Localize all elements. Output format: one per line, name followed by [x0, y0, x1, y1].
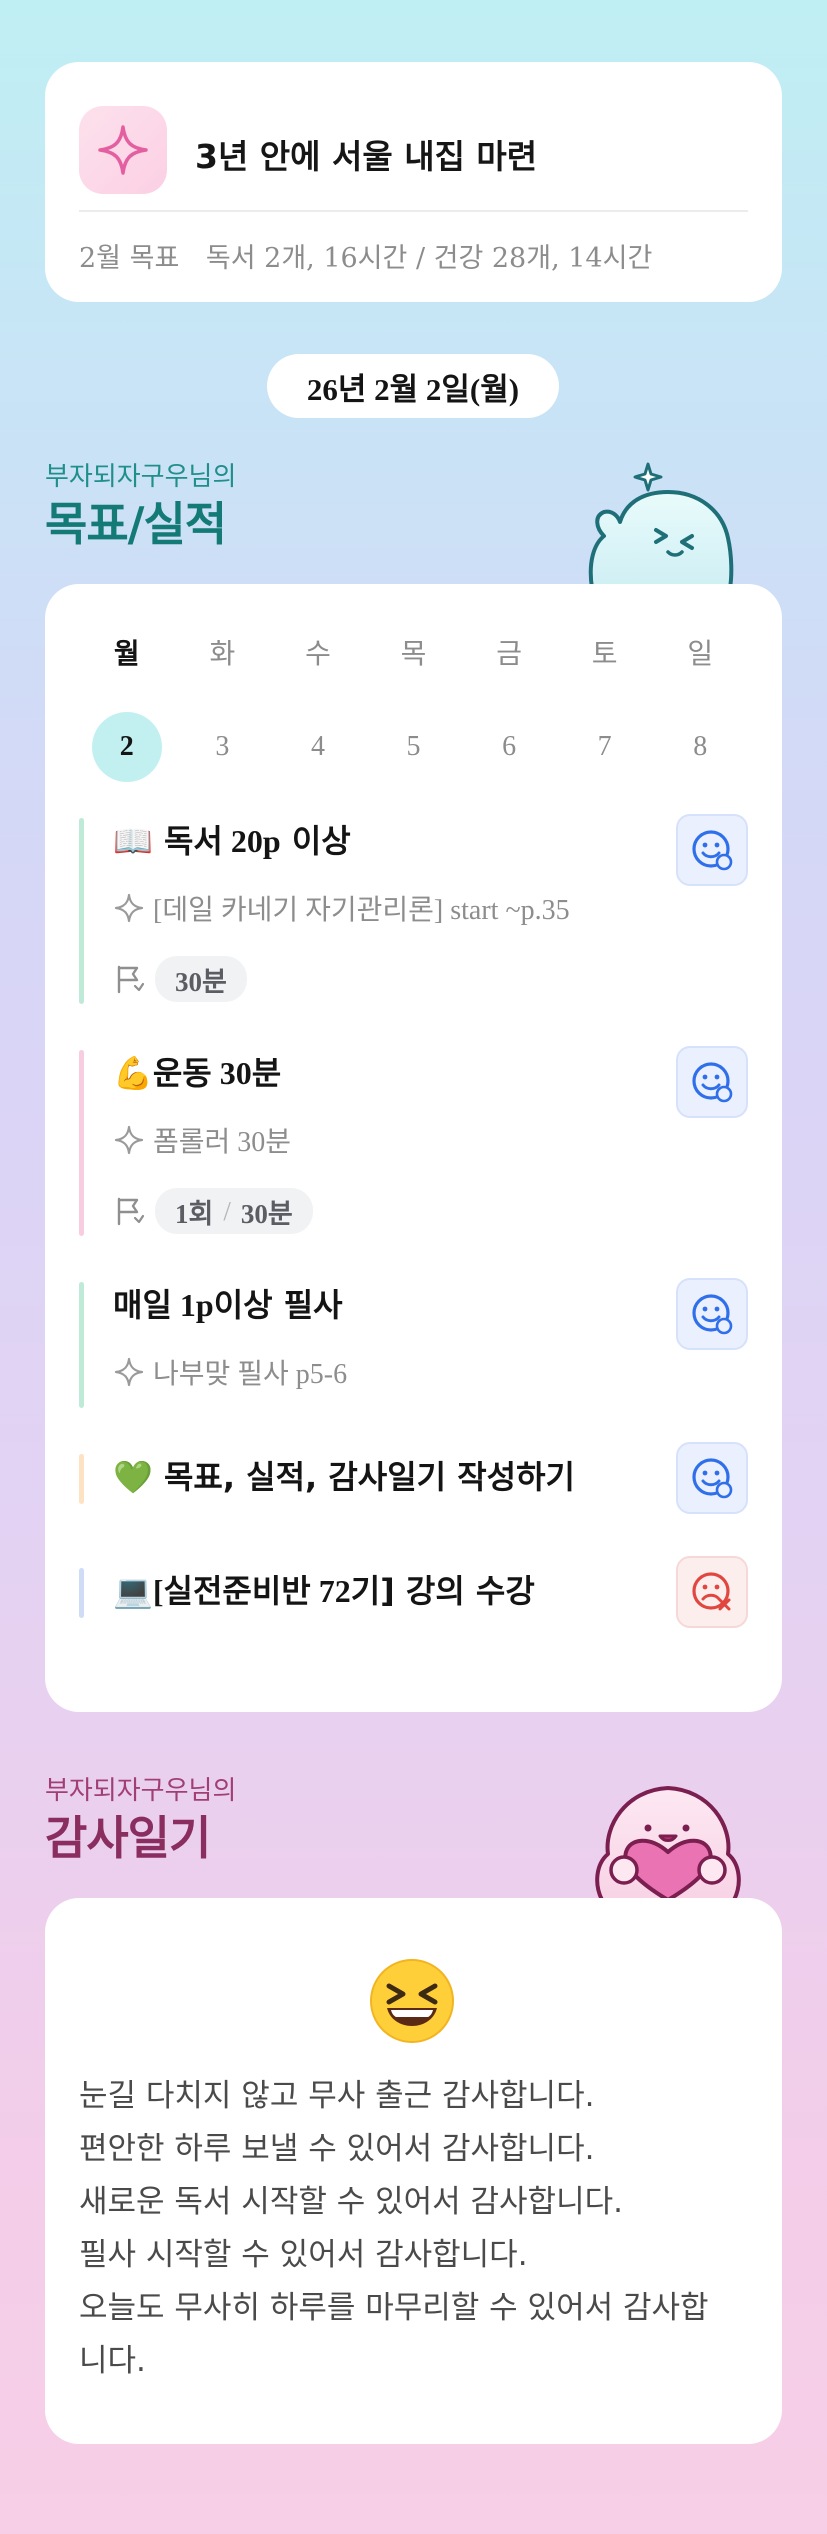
weekday-label: 화: [209, 637, 236, 670]
smile-face-icon: [692, 1294, 733, 1335]
calendar-day[interactable]: 토 7: [557, 634, 653, 782]
task-item[interactable]: 매일 1p이상 필사 나부맞 필사 p5-6: [79, 1278, 748, 1408]
calendar-day[interactable]: 금 6: [461, 634, 557, 782]
mascot-cheer-icon: [588, 462, 734, 588]
calendar-date[interactable]: 7: [570, 712, 640, 782]
monthly-goal-label: 2월 목표: [79, 243, 180, 274]
gratitude-card: 눈길 다치지 않고 무사 출근 감사합니다. 편안한 하루 보낼 수 있어서 감…: [45, 1898, 782, 2444]
task-item[interactable]: 💚 목표, 실적, 감사일기 작성하기: [79, 1442, 748, 1514]
sparkle-icon: [79, 106, 167, 194]
smile-face-icon: [692, 1458, 733, 1499]
weekday-label: 일: [687, 637, 714, 670]
mascot-heart-icon: [595, 1786, 741, 1900]
gratitude-line: 편안한 하루 보낼 수 있어서 감사합니다.: [79, 2131, 595, 2167]
status-smile-button[interactable]: [676, 1046, 748, 1118]
gratitude-line: 새로운 독서 시작할 수 있어서 감사합니다.: [79, 2184, 623, 2220]
record-chip: 30분: [155, 956, 247, 1002]
task-title: 매일 1p이상 필사: [113, 1286, 343, 1324]
goal-card[interactable]: 3년 안에 서울 내집 마련 2월 목표 독서 2개, 16시간 / 건강 28…: [45, 62, 782, 302]
goal-title: 3년 안에 서울 내집 마련: [195, 137, 538, 176]
gratitude-section-title: 감사일기: [45, 1811, 211, 1865]
goals-card: 월 2 화 3 수 4 목 5 금 6 토 7 일 8 📖 독서 20p 이상 …: [45, 584, 782, 1712]
sparkle-icon: [114, 893, 144, 923]
muscle-emoji: 💪: [113, 1054, 153, 1092]
task-color-bar: [79, 1454, 84, 1504]
monthly-goal-detail: 독서 2개, 16시간 / 건강 28개, 14시간: [205, 243, 653, 274]
calendar-date[interactable]: 8: [665, 712, 735, 782]
calendar-date[interactable]: 3: [187, 712, 257, 782]
task-note: 나부맞 필사 p5-6: [113, 1352, 347, 1392]
task-item[interactable]: 💻[실전준비반 72기] 강의 수강: [79, 1556, 748, 1628]
task-color-bar: [79, 1282, 84, 1408]
date-selector[interactable]: 26년 2월 2일(월): [267, 354, 559, 418]
gratitude-line: 오늘도 무사히 하루를 마무리할 수 있어서 감사합: [79, 2290, 709, 2326]
calendar-date[interactable]: 5: [379, 712, 449, 782]
task-color-bar: [79, 1568, 84, 1618]
task-record: 1회/30분: [113, 1188, 313, 1234]
task-title: 📖 독서 20p 이상: [113, 822, 351, 860]
task-note: 폼롤러 30분: [113, 1120, 291, 1160]
task-color-bar: [79, 1050, 84, 1236]
goals-section-title: 목표/실적: [45, 497, 227, 551]
weekday-label: 목: [400, 637, 427, 670]
calendar-day[interactable]: 월 2: [79, 634, 175, 782]
green-heart-emoji: 💚: [113, 1458, 153, 1496]
divider: [79, 210, 748, 212]
calendar-date-selected[interactable]: 2: [91, 712, 162, 782]
weekday-label: 토: [591, 637, 618, 670]
calendar-day[interactable]: 일 8: [652, 634, 748, 782]
sad-face-icon: [692, 1572, 731, 1611]
task-item[interactable]: 📖 독서 20p 이상 [데일 카네기 자기관리론] start ~p.35 3…: [79, 814, 748, 1004]
gratitude-text: 눈길 다치지 않고 무사 출근 감사합니다. 편안한 하루 보낼 수 있어서 감…: [79, 2070, 752, 2388]
sparkle-icon: [114, 1125, 144, 1155]
sparkle-icon: [114, 1357, 144, 1387]
status-smile-button[interactable]: [676, 814, 748, 886]
status-sad-button[interactable]: [676, 1556, 748, 1628]
calendar-date[interactable]: 6: [474, 712, 544, 782]
book-emoji: 📖: [113, 822, 153, 860]
weekday-label: 수: [305, 637, 331, 670]
calendar-day[interactable]: 수 4: [270, 634, 366, 782]
task-title: 💪운동 30분: [113, 1054, 282, 1092]
calendar-day[interactable]: 목 5: [366, 634, 462, 782]
status-smile-button[interactable]: [676, 1442, 748, 1514]
task-record: 30분: [113, 956, 247, 1002]
monthly-goal: 2월 목표 독서 2개, 16시간 / 건강 28개, 14시간: [79, 236, 652, 275]
task-title: 💚 목표, 실적, 감사일기 작성하기: [113, 1458, 575, 1496]
gratitude-line: 눈길 다치지 않고 무사 출근 감사합니다.: [79, 2078, 595, 2114]
task-note: [데일 카네기 자기관리론] start ~p.35: [113, 888, 570, 928]
gratitude-line: 니다.: [79, 2343, 146, 2379]
calendar-day[interactable]: 화 3: [175, 634, 271, 782]
grinning-squint-emoji-icon: [370, 1959, 454, 2043]
task-title: 💻[실전준비반 72기] 강의 수강: [113, 1572, 535, 1610]
weekday-label: 금: [496, 637, 522, 670]
week-calendar: 월 2 화 3 수 4 목 5 금 6 토 7 일 8: [79, 634, 748, 782]
status-smile-button[interactable]: [676, 1278, 748, 1350]
flag-icon: [117, 965, 145, 994]
task-color-bar: [79, 818, 84, 1004]
gratitude-line: 필사 시작할 수 있어서 감사합니다.: [79, 2237, 528, 2273]
flag-icon: [117, 1197, 145, 1226]
laptop-emoji: 💻: [113, 1572, 153, 1610]
task-item[interactable]: 💪운동 30분 폼롤러 30분 1회/30분: [79, 1046, 748, 1236]
smile-face-icon: [692, 1062, 733, 1103]
weekday-label: 월: [113, 637, 140, 670]
calendar-date[interactable]: 4: [283, 712, 353, 782]
smile-face-icon: [692, 830, 733, 871]
record-chip: 1회/30분: [155, 1188, 313, 1234]
